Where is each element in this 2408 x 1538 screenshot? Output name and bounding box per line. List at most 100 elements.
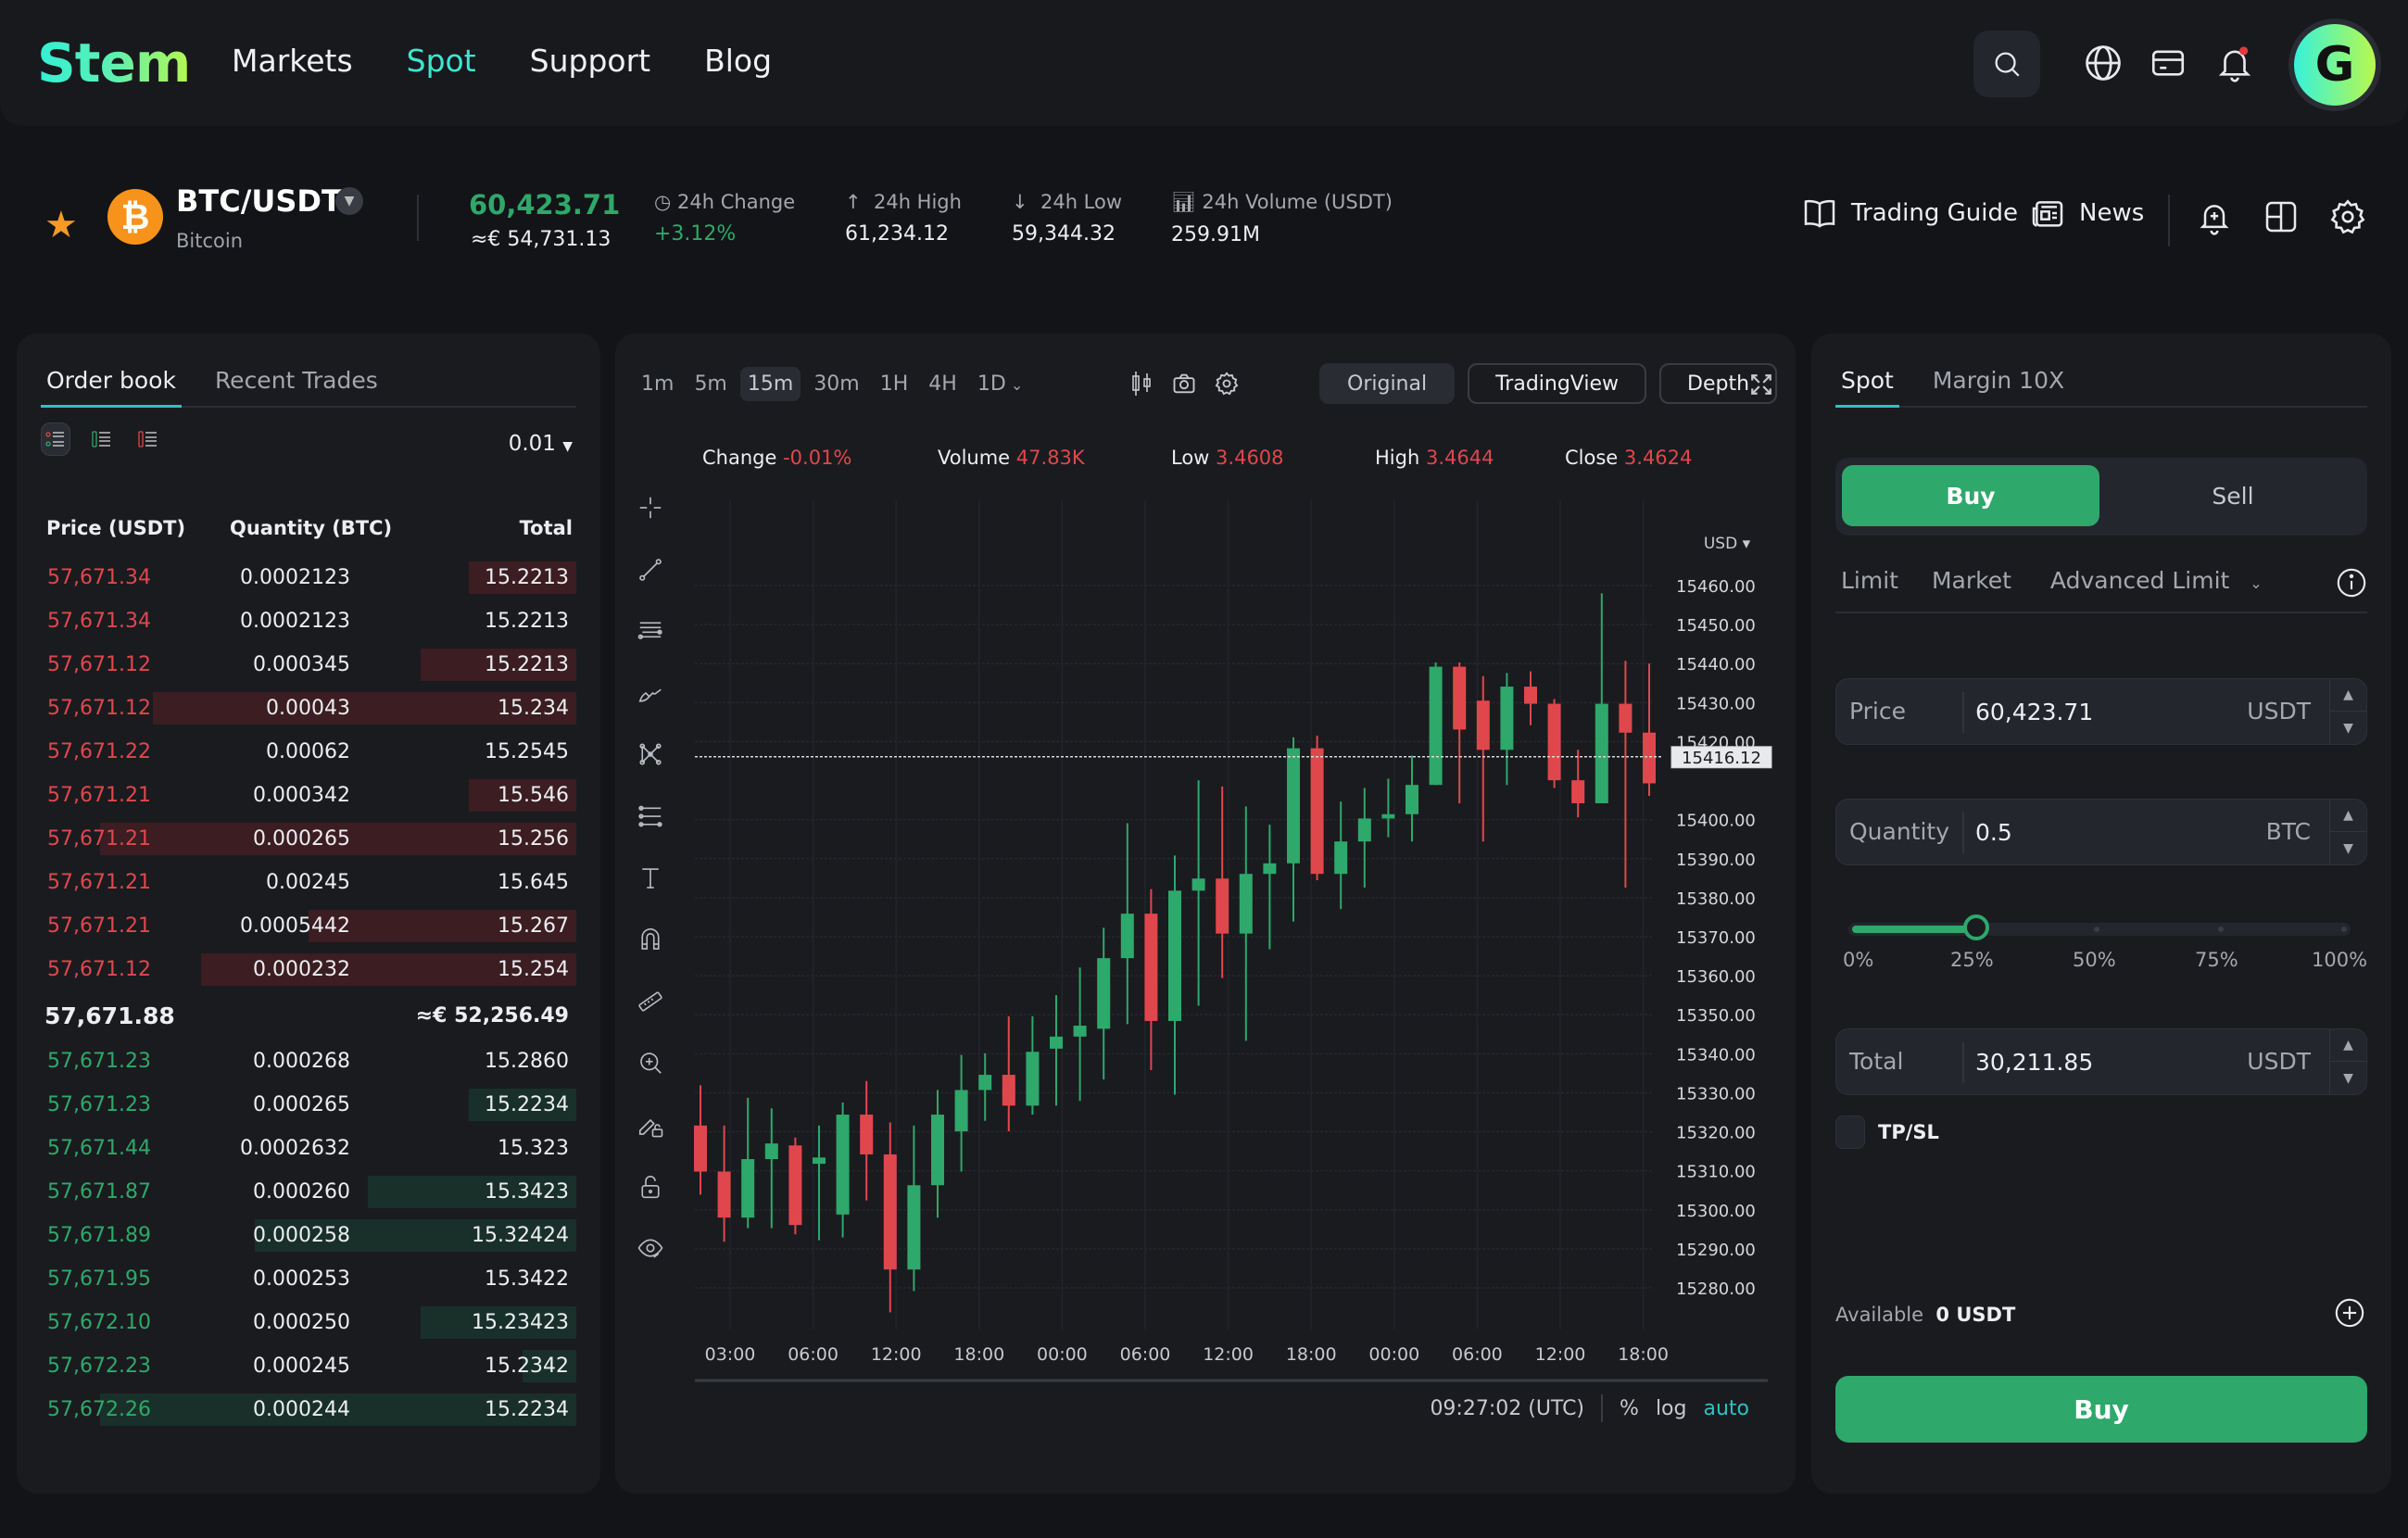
candle-down[interactable] [1144,914,1158,1021]
candle-up[interactable] [907,1185,921,1270]
slider-label[interactable]: 50% [2073,949,2116,971]
nav-link-support[interactable]: Support [530,43,650,79]
tab-margin[interactable]: Margin 10X [1927,356,2070,406]
bid-row[interactable]: 57,671.87 0.000260 15.3423 [17,1170,600,1214]
settings-button[interactable] [2326,195,2370,239]
candle-up[interactable] [1073,1026,1087,1037]
ask-row[interactable]: 57,671.21 0.000265 15.256 [17,817,600,861]
candle-up[interactable] [1263,863,1277,875]
bid-row[interactable]: 57,672.10 0.000250 15.23423 [17,1301,600,1344]
candle-up[interactable] [1287,748,1300,864]
candle-down[interactable] [1002,1075,1015,1106]
price-alert-button[interactable] [2192,195,2237,239]
user-avatar[interactable]: G [2288,19,2381,111]
trading-guide-link[interactable]: Trading Guide [1801,195,2018,232]
amount-slider[interactable] [1848,914,2351,940]
nav-link-blog[interactable]: Blog [704,43,772,79]
decrement-icon[interactable]: ▼ [2330,1062,2366,1094]
increment-icon[interactable]: ▲ [2330,1029,2366,1062]
slider-label[interactable]: 25% [1950,949,1994,971]
candle-down[interactable] [1476,700,1490,750]
candle-down[interactable] [1571,780,1585,803]
candle-down[interactable] [1619,703,1633,733]
candlestick-chart[interactable]: 03:00 06:00 12:00 18:00 00:00 06:00 12:00 18:00… [615,334,1796,1494]
total-input[interactable] [1975,1029,2225,1094]
ask-row[interactable]: 57,671.34 0.0002123 15.2213 [17,599,600,643]
candle-down[interactable] [883,1154,897,1270]
brand-logo[interactable]: Stem [37,32,191,95]
order-type-advanced-limit[interactable]: Advanced Limit ⌄ [2039,567,2263,611]
candle-up[interactable] [764,1143,778,1160]
candle-up[interactable] [1357,818,1371,842]
candle-up[interactable] [978,1075,992,1090]
order-type-limit[interactable]: Limit [1835,567,1898,611]
notifications-button[interactable] [2213,41,2257,85]
increment-icon[interactable]: ▲ [2330,800,2366,832]
candle-up[interactable] [1500,687,1514,750]
increment-icon[interactable]: ▲ [2330,679,2366,712]
candle-up[interactable] [1191,878,1205,891]
submit-buy-button[interactable]: Buy [1835,1376,2367,1443]
buy-side-button[interactable]: Buy [1842,465,2099,526]
candle-down[interactable] [1310,748,1324,875]
candle-up[interactable] [1168,890,1181,1021]
candle-up[interactable] [954,1090,968,1132]
candle-up[interactable] [1120,914,1134,959]
add-funds-icon[interactable] [2334,1297,2365,1329]
quantity-input[interactable] [1975,800,2225,864]
slider-tick[interactable] [2217,927,2224,932]
wallet-button[interactable] [2146,41,2190,85]
ask-row[interactable]: 57,671.22 0.00062 15.2545 [17,730,600,774]
candle-up[interactable] [1595,703,1608,803]
candle-up[interactable] [741,1159,755,1218]
log-scale-toggle[interactable]: log [1656,1397,1687,1420]
candle-up[interactable] [1429,666,1443,786]
candle-down[interactable] [788,1145,802,1226]
bid-row[interactable]: 57,671.44 0.0002632 15.323 [17,1127,600,1170]
slider-handle[interactable] [1962,914,1989,940]
candle-down[interactable] [717,1171,731,1218]
tab-order-book[interactable]: Order book [41,356,182,408]
slider-label[interactable]: 0% [1843,949,1873,971]
price-input[interactable] [1975,679,2225,744]
sell-side-button[interactable]: Sell [2104,465,2362,526]
favorite-star-icon[interactable]: ★ [44,204,78,246]
bid-row[interactable]: 57,671.23 0.000265 15.2234 [17,1083,600,1127]
decrement-icon[interactable]: ▼ [2330,832,2366,864]
candle-down[interactable] [1216,878,1229,934]
decrement-icon[interactable]: ▼ [2330,712,2366,744]
ask-row[interactable]: 57,671.34 0.0002123 15.2213 [17,556,600,599]
candle-up[interactable] [1239,874,1253,934]
candle-up[interactable] [836,1115,850,1215]
candle-up[interactable] [1334,841,1348,875]
view-bids-button[interactable] [87,422,117,456]
ask-row[interactable]: 57,671.21 0.00245 15.645 [17,861,600,904]
bid-row[interactable]: 57,671.95 0.000253 15.3422 [17,1257,600,1301]
bid-row[interactable]: 57,671.23 0.000268 15.2860 [17,1040,600,1083]
nav-link-markets[interactable]: Markets [232,43,353,79]
tab-recent-trades[interactable]: Recent Trades [209,356,384,406]
tpsl-checkbox[interactable] [1835,1116,1865,1149]
bid-row[interactable]: 57,671.89 0.000258 15.32424 [17,1214,600,1257]
bid-row[interactable]: 57,672.26 0.000244 15.2234 [17,1388,600,1431]
slider-label[interactable]: 75% [2195,949,2238,971]
language-button[interactable] [2081,41,2125,85]
candle-up[interactable] [931,1115,944,1186]
info-icon[interactable] [2336,567,2367,599]
slider-tick[interactable] [2094,927,2099,932]
ask-row[interactable]: 57,671.12 0.000232 15.254 [17,948,600,991]
nav-link-spot[interactable]: Spot [407,43,476,79]
auto-scale-toggle[interactable]: auto [1703,1397,1749,1420]
bid-row[interactable]: 57,672.23 0.000245 15.2342 [17,1344,600,1388]
candle-down[interactable] [860,1115,874,1154]
percent-scale-toggle[interactable]: % [1620,1397,1639,1420]
currency-selector[interactable]: USD ▾ [1704,535,1751,553]
ask-row[interactable]: 57,671.21 0.0005442 15.267 [17,904,600,948]
candle-up[interactable] [1050,1036,1063,1049]
candle-up[interactable] [1406,785,1418,814]
candle-down[interactable] [1547,703,1561,781]
precision-select[interactable]: 0.01 ▼ [509,432,573,456]
candle-down[interactable] [1453,666,1467,730]
pair-dropdown-icon[interactable]: ▼ [335,187,363,215]
search-button[interactable] [1973,31,2040,97]
